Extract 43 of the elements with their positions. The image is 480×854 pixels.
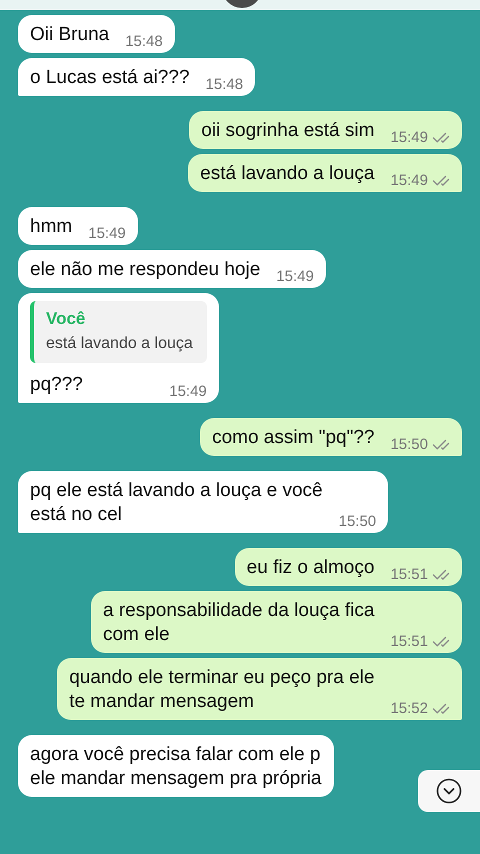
sent-message[interactable]: eu fiz o almoço 15:51	[234, 548, 462, 586]
message-time: 15:50	[338, 513, 376, 531]
received-message[interactable]: Oii Bruna 15:48	[18, 15, 175, 53]
sent-message[interactable]: está lavando a louça 15:49	[188, 154, 462, 192]
received-message[interactable]: o Lucas está ai??? 15:48	[18, 58, 256, 96]
received-message[interactable]: ele não me respondeu hoje 15:49	[18, 250, 326, 288]
sent-message[interactable]: quando ele terminar eu peço pra ele te mandar mensagem 15:52	[57, 658, 462, 720]
message-time: 15:49	[390, 172, 428, 190]
message-time: 15:52	[390, 700, 428, 718]
chevron-down-icon	[436, 778, 462, 804]
message-time: 15:49	[390, 129, 428, 147]
received-message[interactable]: hmm 15:49	[18, 207, 138, 245]
scroll-down-button[interactable]	[418, 770, 480, 812]
message-text: como assim "pq"??	[212, 426, 374, 450]
sent-message[interactable]: oii sogrinha está sim 15:49	[189, 111, 462, 149]
sent-message[interactable]: a responsabilidade da louça fica com ele 15:51	[90, 591, 462, 653]
message-text: está lavando a louça	[200, 162, 374, 186]
quote-text: está lavando a louça	[46, 335, 193, 353]
message-text: pq???	[30, 373, 83, 397]
message-text: a responsabilidade da louça fica com ele	[102, 599, 374, 647]
received-message[interactable]: Você está lavando a louça pq??? 15:49	[18, 293, 219, 403]
message-time: 15:48	[125, 33, 163, 51]
message-time: 15:51	[390, 633, 428, 651]
message-text: quando ele terminar eu peço pra ele te mandar mensagem	[69, 666, 374, 714]
message-time: 15:51	[390, 566, 428, 584]
message-text: ele não me respondeu hoje	[30, 258, 260, 282]
message-text: o Lucas está ai???	[30, 66, 190, 90]
message-time: 15:49	[276, 268, 314, 286]
received-message[interactable]: pq ele está lavando a louça e você está no cel 15:50	[18, 471, 388, 533]
message-time: 15:48	[206, 76, 244, 94]
message-text: pq ele está lavando a louça e você está no cel	[30, 479, 323, 527]
message-text: oii sogrinha está sim	[201, 119, 374, 143]
received-message[interactable]: agora você precisa falar com ele p ele mandar mensagem pra própria	[18, 735, 334, 797]
message-text: Oii Bruna	[30, 23, 110, 47]
message-text: hmm	[30, 215, 72, 239]
message-text: eu fiz o almoço	[246, 556, 374, 580]
sent-message[interactable]: como assim "pq"?? 15:50	[200, 418, 462, 456]
quote-author: Você	[46, 309, 86, 329]
message-time: 15:49	[169, 383, 207, 401]
message-time: 15:50	[390, 436, 428, 454]
quoted-message[interactable]: Você está lavando a louça	[30, 301, 207, 363]
message-time: 15:49	[88, 225, 126, 243]
message-text: agora você precisa falar com ele p ele mandar mensagem pra própria	[30, 743, 322, 791]
